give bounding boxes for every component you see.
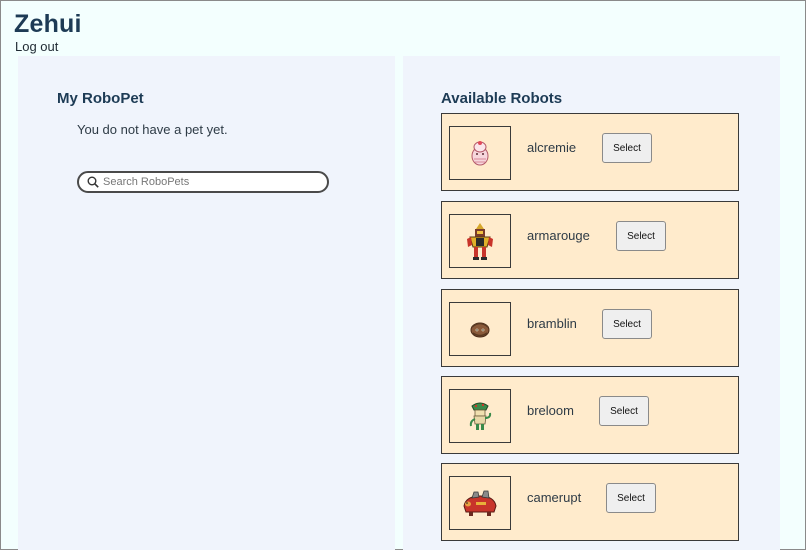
search-box[interactable]	[77, 171, 329, 193]
select-breloom-button[interactable]: Select	[599, 396, 649, 426]
robot-image-frame	[449, 389, 511, 443]
robot-image-frame	[449, 214, 511, 268]
camerupt-sprite-icon	[463, 490, 497, 516]
my-robopet-heading: My RoboPet	[57, 90, 144, 107]
available-robots-heading: Available Robots	[441, 90, 563, 107]
bramblin-sprite-icon	[470, 322, 490, 338]
robot-name: armarouge	[527, 228, 590, 243]
select-camerupt-button[interactable]: Select	[606, 483, 656, 513]
robot-card-bramblin: bramblin Select	[441, 289, 739, 367]
robot-name: alcremie	[527, 140, 577, 155]
robot-image-frame	[449, 302, 511, 356]
breloom-sprite-icon	[469, 402, 492, 430]
select-armarouge-button[interactable]: Select	[616, 221, 666, 251]
select-alcremie-button[interactable]: Select	[602, 133, 652, 163]
robot-card-camerupt: camerupt Select	[441, 463, 739, 541]
available-robots-panel: Available Robots alcremie Select armarou…	[403, 56, 780, 550]
robot-name: breloom	[527, 403, 574, 418]
logout-link[interactable]: Log out	[15, 39, 58, 54]
robot-name: bramblin	[527, 316, 577, 331]
robot-name: camerupt	[527, 490, 582, 505]
search-icon	[87, 176, 99, 188]
alcremie-sprite-icon	[471, 141, 489, 166]
robot-image-frame	[449, 126, 511, 180]
robot-card-armarouge: armarouge Select	[441, 201, 739, 279]
my-robopet-panel: My RoboPet You do not have a pet yet.	[18, 56, 395, 550]
search-input[interactable]	[103, 176, 303, 188]
select-bramblin-button[interactable]: Select	[602, 309, 652, 339]
armarouge-sprite-icon	[467, 223, 493, 260]
no-pet-message: You do not have a pet yet.	[77, 122, 228, 137]
robot-image-frame	[449, 476, 511, 530]
robot-card-alcremie: alcremie Select	[441, 113, 739, 191]
username-title: Zehui	[14, 10, 82, 38]
robot-card-breloom: breloom Select	[441, 376, 739, 454]
